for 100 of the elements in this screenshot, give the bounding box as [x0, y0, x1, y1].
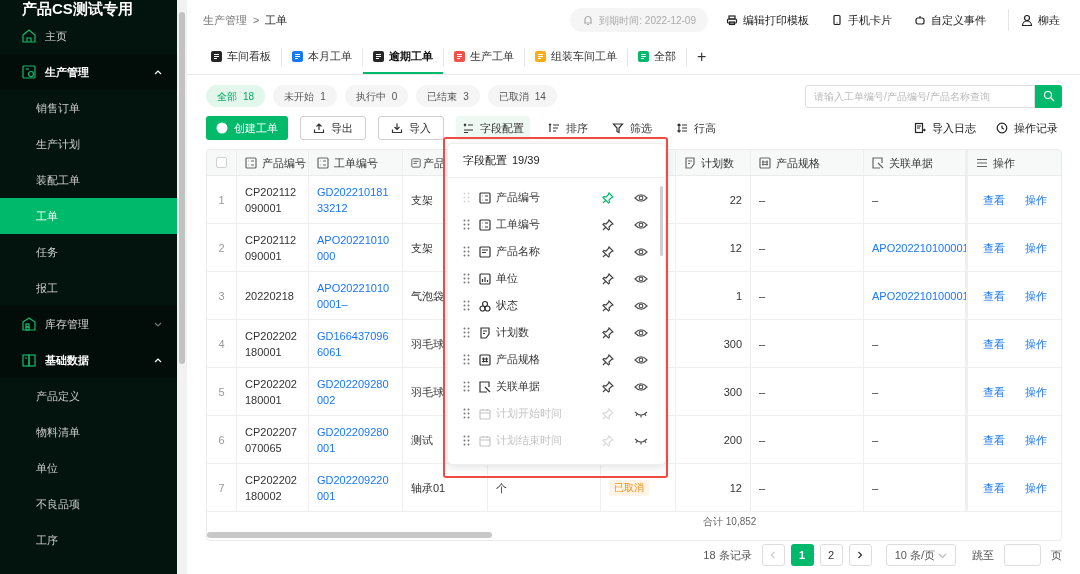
toolbar-button[interactable]: 筛选 — [606, 116, 658, 140]
table-cell: 200 — [676, 416, 751, 463]
sidebar-item[interactable]: 物料清单 — [0, 414, 177, 450]
action-link[interactable]: 操作 — [1025, 239, 1047, 256]
status-filter-chip[interactable]: 已结束 3 — [416, 85, 480, 107]
action-link[interactable]: 查看 — [983, 383, 1005, 400]
tab[interactable]: 车间看板 — [201, 40, 281, 74]
toolbar-button[interactable]: 导出 — [300, 116, 366, 140]
toolbar-button[interactable]: 操作记录 — [992, 119, 1062, 137]
horizontal-scrollbar-thumb[interactable] — [207, 532, 492, 538]
order-link[interactable]: GD202209280002 — [309, 368, 403, 415]
toolbar-button[interactable]: 导入 — [378, 116, 444, 140]
eye-icon[interactable] — [634, 327, 648, 338]
column-icon — [684, 156, 696, 169]
eye-icon[interactable] — [634, 300, 648, 311]
action-icon — [726, 14, 738, 26]
toolbar-button[interactable]: 字段配置 — [456, 116, 530, 140]
action-link[interactable]: 操作 — [1025, 431, 1047, 448]
popup-scrollbar-thumb[interactable] — [660, 186, 663, 256]
sidebar-item[interactable]: 装配工单 — [0, 162, 177, 198]
select-all-checkbox[interactable] — [216, 157, 227, 168]
action-link[interactable]: 查看 — [983, 239, 1005, 256]
field-type-icon — [479, 326, 491, 339]
action-link[interactable]: 操作 — [1025, 191, 1047, 208]
action-link[interactable]: 操作 — [1025, 479, 1047, 496]
status-filter-chip[interactable]: 未开始 1 — [273, 85, 337, 107]
nav-icon — [21, 28, 37, 44]
action-link[interactable]: 操作 — [1025, 287, 1047, 304]
order-link[interactable]: GD202209280001 — [309, 416, 403, 463]
tab[interactable]: 生产工单 — [444, 40, 524, 74]
page-size-select[interactable]: 10 条/页 — [885, 544, 956, 566]
sidebar-item[interactable]: 生产计划 — [0, 126, 177, 162]
total-sum: 合计 10,852 — [703, 514, 757, 529]
pin-icon[interactable] — [602, 326, 614, 339]
nav-icon — [21, 64, 37, 80]
toolbar-button[interactable]: 行高 — [670, 116, 722, 140]
header-action-button[interactable]: 手机卡片 — [831, 11, 892, 29]
sidebar-item[interactable]: 产品定义 — [0, 378, 177, 414]
related-link[interactable]: APO202210100001 — [864, 272, 966, 319]
table-cell: CP202202180002 — [237, 464, 309, 511]
pin-icon[interactable] — [602, 299, 614, 312]
tab[interactable]: 本月工单 — [282, 40, 362, 74]
action-link[interactable]: 查看 — [983, 191, 1005, 208]
table-cell: 300 — [676, 320, 751, 367]
tab[interactable]: 逾期工单 — [363, 40, 443, 74]
action-link[interactable]: 查看 — [983, 479, 1005, 496]
action-link[interactable]: 查看 — [983, 335, 1005, 352]
pin-icon[interactable] — [602, 245, 614, 258]
sidebar-item[interactable]: 报工 — [0, 270, 177, 306]
tab[interactable]: 全部 — [628, 40, 686, 74]
scrollbar-thumb[interactable] — [179, 12, 185, 364]
action-link[interactable]: 操作 — [1025, 383, 1047, 400]
order-link[interactable]: GD20221018133212 — [309, 176, 403, 223]
user-button[interactable]: 柳垚 — [1021, 11, 1060, 29]
status-filter-chip[interactable]: 执行中 0 — [344, 85, 409, 107]
sidebar-item[interactable]: 单位 — [0, 450, 177, 486]
sidebar-item[interactable]: 任务 — [0, 234, 177, 270]
pin-icon[interactable] — [602, 380, 614, 393]
eye-icon[interactable] — [634, 246, 648, 257]
sidebar-item[interactable]: 基础数据 — [0, 342, 177, 378]
page-jump-field[interactable] — [1004, 544, 1041, 566]
add-tab-button[interactable]: + — [687, 40, 717, 74]
action-link[interactable]: 查看 — [983, 287, 1005, 304]
pin-icon[interactable] — [602, 218, 614, 231]
sidebar-item[interactable]: 主页 — [0, 18, 177, 54]
order-link[interactable]: APO20221010000 — [309, 224, 403, 271]
action-link[interactable]: 查看 — [983, 431, 1005, 448]
sidebar-item[interactable]: 销售订单 — [0, 90, 177, 126]
sidebar-item[interactable]: 不良品项 — [0, 486, 177, 522]
pin-icon[interactable] — [602, 272, 614, 285]
toolbar-button[interactable]: 导入日志 — [910, 119, 980, 137]
action-link[interactable]: 操作 — [1025, 335, 1047, 352]
order-link[interactable]: GD1664370966061 — [309, 320, 403, 367]
field-label: 产品名称 — [496, 244, 541, 260]
pin-icon[interactable] — [602, 353, 614, 366]
breadcrumb-link[interactable]: 生产管理 — [203, 11, 247, 29]
eye-icon[interactable] — [634, 192, 648, 203]
related-link[interactable]: APO202210100001 — [864, 224, 966, 271]
next-page-button[interactable] — [848, 544, 872, 566]
sidebar-item[interactable]: 库存管理 — [0, 306, 177, 342]
order-link[interactable]: APO202210100001– — [309, 272, 403, 319]
eye-icon[interactable] — [634, 354, 648, 365]
eye-icon[interactable] — [634, 381, 648, 392]
eye-icon[interactable] — [634, 273, 648, 284]
table-cell: – — [751, 224, 864, 271]
page-button[interactable]: 2 — [819, 544, 843, 566]
column-header: 产品规格 — [776, 155, 820, 171]
header-action-button[interactable]: 编辑打印模板 — [726, 11, 809, 29]
sidebar-item[interactable]: 工序 — [0, 522, 177, 558]
header-action-button[interactable]: 自定义事件 — [914, 11, 986, 29]
field-type-icon — [479, 407, 491, 420]
eye-icon[interactable] — [634, 219, 648, 230]
table-cell: CP202202180001 — [237, 368, 309, 415]
sidebar-item[interactable]: 生产管理 — [0, 54, 177, 90]
order-link[interactable]: GD202209220001 — [309, 464, 403, 511]
status-filter-chip[interactable]: 已取消 14 — [487, 85, 557, 107]
search-button[interactable] — [1035, 84, 1062, 108]
tab[interactable]: 组装车间工单 — [525, 40, 627, 74]
table-cell: 12 — [676, 464, 751, 511]
toolbar-button[interactable]: 排序 — [542, 116, 594, 140]
